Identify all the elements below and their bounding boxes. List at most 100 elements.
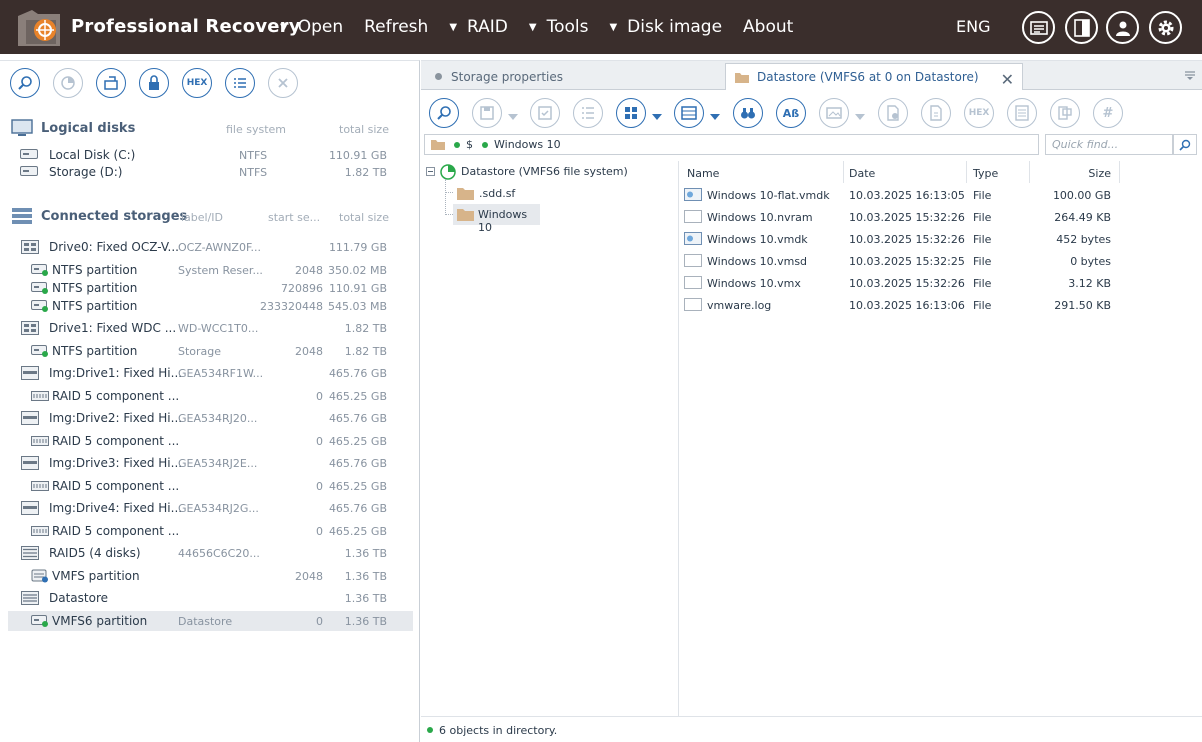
preview-dropdown-icon[interactable] (855, 110, 865, 120)
menu-refresh[interactable]: Refresh (364, 17, 428, 37)
binoculars-button[interactable] (733, 98, 763, 128)
preview-button[interactable] (819, 98, 849, 128)
storage-row[interactable]: Img:Drive2: Fixed Hi... GEA534RJ20... 465.… (8, 408, 413, 428)
storage-row[interactable]: Drive1: Fixed WDC ... WD-WCC1T0... 1.82 TB (8, 318, 413, 338)
tab-close-icon[interactable]: ✕ (1001, 70, 1014, 89)
menu-tools[interactable]: ▼ Tools (529, 17, 589, 37)
disk-image-button[interactable] (96, 68, 126, 98)
partition-row[interactable]: NTFS partition Storage 2048 1.82 TB (8, 341, 413, 361)
view-mode-dropdown-icon[interactable] (652, 110, 662, 120)
panel-view-dropdown-icon[interactable] (710, 110, 720, 120)
hex-button[interactable]: HEX (964, 98, 994, 128)
storage-name: RAID 5 component ... (52, 434, 180, 448)
card-button[interactable] (1022, 11, 1055, 44)
bookmarks-button[interactable] (1050, 98, 1080, 128)
rename-button[interactable]: Aß (776, 98, 806, 128)
storage-label: Datastore (178, 615, 233, 628)
storage-start-sector: 0 (316, 615, 323, 628)
tree-item-windows-10[interactable]: Windows 10 (453, 204, 540, 234)
menu-about[interactable]: About (743, 17, 793, 37)
view-mode-button[interactable] (616, 98, 646, 128)
file-row[interactable]: Windows 10.vmx 10.03.2025 15:32:26 File 3.1… (679, 272, 1202, 294)
path-segment[interactable]: $ (466, 138, 473, 151)
partition-row[interactable]: VMFS6 partition Datastore 0 1.36 TB (8, 611, 413, 631)
quick-find-button[interactable] (1173, 134, 1197, 155)
storage-row[interactable]: Datastore 1.36 TB (8, 588, 413, 608)
file-name: Windows 10.vmdk (707, 233, 808, 246)
path-separator-icon (482, 141, 488, 148)
storage-row[interactable]: RAID5 (4 disks) 44656C6C20... 1.36 TB (8, 543, 413, 563)
logical-disk-row[interactable]: Storage (D:) NTFS 1.82 TB (8, 162, 413, 182)
text-view-button[interactable] (1007, 98, 1037, 128)
tab-storage-properties[interactable]: Storage properties (425, 63, 725, 90)
partition-row[interactable]: NTFS partition 233320448 545.03 MB (8, 296, 413, 316)
checklist-button[interactable] (573, 98, 603, 128)
tree-root[interactable]: Datastore (VMFS6 file system) (461, 165, 628, 178)
menu-disk-image[interactable]: ▼ Disk image (609, 17, 722, 37)
settings-icon (1158, 20, 1173, 35)
save-marked-button[interactable] (530, 98, 560, 128)
storage-row[interactable]: Drive0: Fixed OCZ-V... OCZ-AWNZ0F... 111.7… (8, 237, 413, 257)
panel-view-button[interactable] (674, 98, 704, 128)
partition-row[interactable]: RAID 5 component ... 0 465.25 GB (8, 386, 413, 406)
settings-button[interactable] (1149, 11, 1182, 44)
partition-row[interactable]: RAID 5 component ... 0 465.25 GB (8, 476, 413, 496)
dropdown-arrow-icon: ▼ (609, 21, 618, 33)
file-date: 10.03.2025 15:32:26 (849, 211, 965, 224)
column-size[interactable]: Size (1029, 167, 1111, 180)
panel-button[interactable] (1065, 11, 1098, 44)
search-button[interactable] (429, 98, 459, 128)
scan-button[interactable] (53, 68, 83, 98)
lock-button[interactable] (139, 68, 169, 98)
storage-size: 465.25 GB (328, 525, 387, 538)
storage-start-sector: 720896 (281, 282, 323, 295)
storage-row[interactable]: Img:Drive4: Fixed Hi... GEA534RJ2G... 465.… (8, 498, 413, 518)
user-button[interactable] (1106, 11, 1139, 44)
file-row[interactable]: Windows 10.vmdk 10.03.2025 15:32:26 File 45… (679, 228, 1202, 250)
collapse-icon[interactable] (426, 167, 435, 176)
list-button[interactable] (225, 68, 255, 98)
partition-row[interactable]: NTFS partition System Reser... 2048 350.02 … (8, 260, 413, 280)
file-info-button[interactable] (921, 98, 951, 128)
menu-raid[interactable]: ▼ RAID (449, 17, 508, 37)
partition-row[interactable]: VMFS partition 2048 1.36 TB (8, 566, 413, 586)
storage-size: 111.79 GB (328, 241, 387, 254)
file-props-icon (887, 105, 899, 121)
partition-row[interactable]: NTFS partition 720896 110.91 GB (8, 278, 413, 298)
filesystem-icon (440, 164, 456, 180)
tab-datastore[interactable]: Datastore (VMFS6 at 0 on Datastore) ✕ (725, 63, 1023, 90)
file-row[interactable]: Windows 10.vmsd 10.03.2025 15:32:25 File 0 … (679, 250, 1202, 272)
partition-row[interactable]: RAID 5 component ... 0 465.25 GB (8, 521, 413, 541)
file-size: 452 bytes (1056, 233, 1111, 246)
column-name[interactable]: Name (687, 167, 719, 180)
menu-open[interactable]: ▼ Open (280, 17, 343, 37)
find-button[interactable] (10, 68, 40, 98)
tree-item-sdd-sf[interactable]: .sdd.sf (455, 184, 529, 204)
storage-row[interactable]: Img:Drive1: Fixed Hi... GEA534RF1W... 465.… (8, 363, 413, 383)
column-type[interactable]: Type (973, 167, 998, 180)
file-size: 3.12 KB (1068, 277, 1111, 290)
dropdown-arrow-icon: ▼ (280, 21, 288, 33)
partition-row[interactable]: RAID 5 component ... 0 465.25 GB (8, 431, 413, 451)
save-dropdown-icon[interactable] (508, 110, 518, 120)
storage-start-sector: 0 (316, 480, 323, 493)
logical-disk-size: 110.91 GB (328, 149, 387, 162)
file-row[interactable]: Windows 10-flat.vmdk 10.03.2025 16:13:05 F… (679, 184, 1202, 206)
save-button[interactable] (472, 98, 502, 128)
path-bar[interactable]: $ Windows 10 (424, 134, 1039, 155)
hash-button[interactable]: # (1093, 98, 1123, 128)
app-logo-icon (18, 10, 60, 46)
checklist-icon (582, 107, 594, 119)
column-date[interactable]: Date (849, 167, 875, 180)
hex-button[interactable]: HEX (182, 68, 212, 98)
quick-find-input[interactable]: Quick find... (1045, 134, 1173, 155)
language-selector[interactable]: ENG (956, 17, 990, 36)
storage-row[interactable]: Img:Drive3: Fixed Hi... GEA534RJ2E... 465.… (8, 453, 413, 473)
close-storage-button[interactable] (268, 68, 298, 98)
file-row[interactable]: Windows 10.nvram 10.03.2025 15:32:26 File 2… (679, 206, 1202, 228)
file-row[interactable]: vmware.log 10.03.2025 16:13:06 File 291.50 … (679, 294, 1202, 316)
connected-storages-title: Connected storages (41, 209, 188, 224)
tab-menu-icon[interactable] (1184, 70, 1196, 80)
file-props-button[interactable] (878, 98, 908, 128)
path-segment[interactable]: Windows 10 (494, 138, 561, 151)
